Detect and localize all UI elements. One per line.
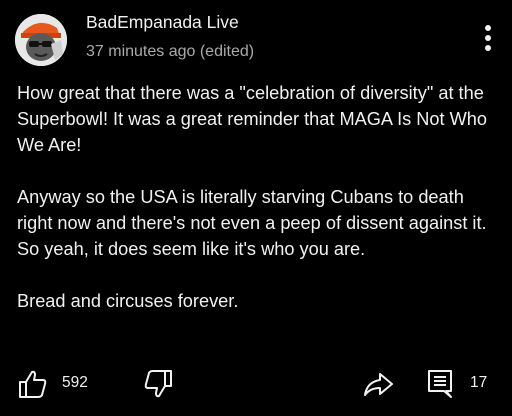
like-button[interactable] [16,368,48,400]
kebab-menu-icon [485,25,491,51]
post-timestamp[interactable]: 37 minutes ago (edited) [86,43,254,61]
post-paragraph: Anyway so the USA is literally starving … [17,187,487,259]
dislike-button[interactable] [143,368,175,400]
comment-count: 17 [470,374,488,391]
like-count: 592 [62,374,88,391]
channel-name[interactable]: BadEmpanada Live [86,12,239,33]
post-body: How great that there was a "celebration … [17,80,502,314]
channel-avatar[interactable] [15,14,67,66]
action-bar: 592 17 [0,358,512,406]
share-button[interactable] [362,368,394,400]
avatar-image-icon [15,14,67,66]
community-post: BadEmpanada Live 37 minutes ago (edited)… [0,0,512,416]
share-arrow-icon [364,373,393,396]
post-paragraph: How great that there was a "celebration … [17,83,488,155]
thumbs-down-icon [144,370,172,398]
comment-button[interactable] [424,368,456,400]
post-paragraph: Bread and circuses forever. [17,291,239,311]
more-options-button[interactable] [478,22,498,54]
comment-icon [428,370,452,398]
thumbs-up-icon [19,370,47,398]
